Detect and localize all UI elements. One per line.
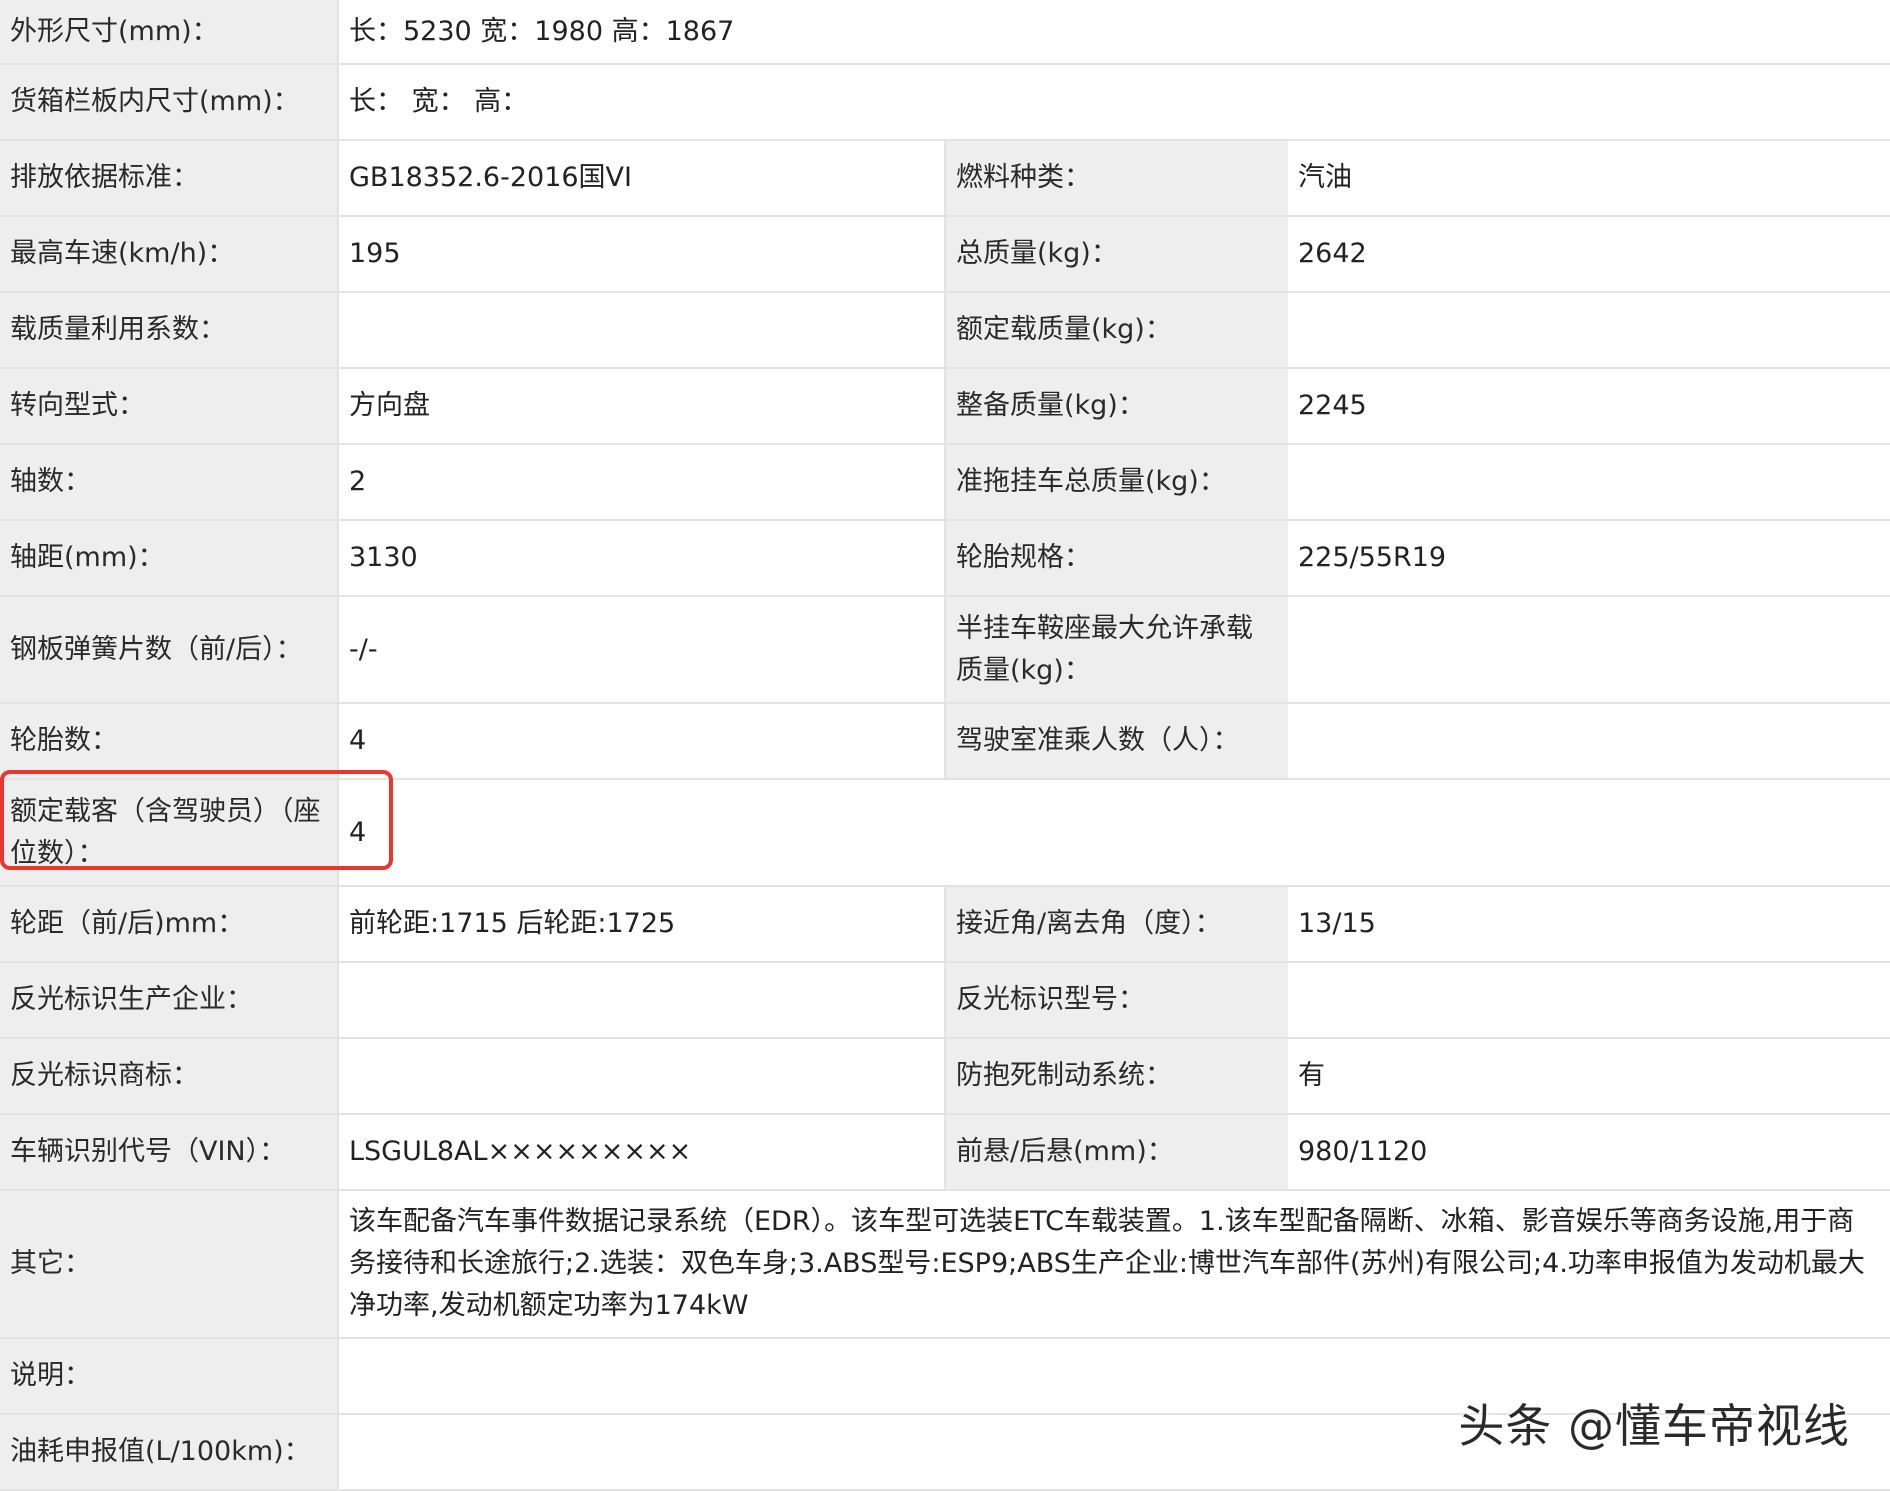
row-leaf: 钢板弹簧片数（前/后）： -/- 半挂车鞍座最大允许承载质量(kg)：	[0, 595, 1890, 704]
steering-value: 方向盘	[337, 367, 945, 445]
emission-label: 排放依据标准：	[0, 139, 338, 217]
row-refl-maker: 反光标识生产企业： 反光标识型号：	[0, 961, 1890, 1039]
saddle-value	[1288, 595, 1890, 704]
tire-spec-value: 225/55R19	[1288, 519, 1890, 597]
leaf-value: -/-	[337, 595, 945, 704]
refl-maker-label: 反光标识生产企业：	[0, 961, 338, 1039]
row-other: 其它： 该车配备汽车事件数据记录系统（EDR）。该车型可选装ETC车载装置。1.…	[0, 1189, 1890, 1339]
vin-value: LSGUL8AL×××××××××	[337, 1113, 945, 1191]
dims-label: 外形尺寸(mm)：	[0, 0, 338, 65]
refl-brand-value	[337, 1037, 945, 1115]
row-vin: 车辆识别代号（VIN）： LSGUL8AL××××××××× 前悬/后悬(mm)…	[0, 1113, 1890, 1191]
tire-spec-label: 轮胎规格：	[944, 519, 1288, 597]
notes-label: 说明：	[0, 1337, 338, 1415]
axles-value: 2	[337, 443, 945, 521]
overhang-label: 前悬/后悬(mm)：	[944, 1113, 1288, 1191]
row-emission: 排放依据标准： GB18352.6-2016国VI 燃料种类： 汽油	[0, 139, 1890, 217]
speed-value: 195	[337, 215, 945, 293]
cab-label: 驾驶室准乘人数（人）：	[944, 702, 1288, 780]
abs-label: 防抱死制动系统：	[944, 1037, 1288, 1115]
saddle-label: 半挂车鞍座最大允许承载质量(kg)：	[944, 595, 1288, 704]
load-coef-value	[337, 291, 945, 369]
steering-label: 转向型式：	[0, 367, 338, 445]
row-steering: 转向型式： 方向盘 整备质量(kg)： 2245	[0, 367, 1890, 445]
fuel-cons-label: 油耗申报值(L/100km)：	[0, 1413, 338, 1491]
other-label: 其它：	[0, 1189, 338, 1339]
row-axles: 轴数： 2 准拖挂车总质量(kg)：	[0, 443, 1890, 521]
wheelbase-value: 3130	[337, 519, 945, 597]
tires-value: 4	[337, 702, 945, 780]
row-tires: 轮胎数： 4 驾驶室准乘人数（人）：	[0, 702, 1890, 780]
track-label: 轮距（前/后)mm：	[0, 885, 338, 963]
row-cargo: 货箱栏板内尺寸(mm)： 长： 宽： 高：	[0, 63, 1890, 141]
trailer-value	[1288, 443, 1890, 521]
dims-value: 长：5230 宽：1980 高：1867	[337, 0, 1890, 65]
refl-model-label: 反光标识型号：	[944, 961, 1288, 1039]
row-load-coef: 载质量利用系数： 额定载质量(kg)：	[0, 291, 1890, 369]
cab-value	[1288, 702, 1890, 780]
abs-value: 有	[1288, 1037, 1890, 1115]
load-coef-label: 载质量利用系数：	[0, 291, 338, 369]
tires-label: 轮胎数：	[0, 702, 338, 780]
angle-value: 13/15	[1288, 885, 1890, 963]
watermark: 头条 @懂车帝视线	[1458, 1399, 1850, 1453]
rated-load-label: 额定载质量(kg)：	[944, 291, 1288, 369]
axles-label: 轴数：	[0, 443, 338, 521]
refl-maker-value	[337, 961, 945, 1039]
total-mass-label: 总质量(kg)：	[944, 215, 1288, 293]
vin-label: 车辆识别代号（VIN）：	[0, 1113, 338, 1191]
refl-brand-label: 反光标识商标：	[0, 1037, 338, 1115]
highlight-box	[0, 770, 393, 870]
row-dims: 外形尺寸(mm)： 长：5230 宽：1980 高：1867	[0, 0, 1890, 65]
row-refl-brand: 反光标识商标： 防抱死制动系统： 有	[0, 1037, 1890, 1115]
rated-load-value	[1288, 291, 1890, 369]
cargo-value: 长： 宽： 高：	[337, 63, 1890, 141]
spec-table: 外形尺寸(mm)： 长：5230 宽：1980 高：1867 货箱栏板内尺寸(m…	[0, 0, 1890, 1491]
fuel-label: 燃料种类：	[944, 139, 1288, 217]
row-track: 轮距（前/后)mm： 前轮距:1715 后轮距:1725 接近角/离去角（度）：…	[0, 885, 1890, 963]
leaf-label: 钢板弹簧片数（前/后）：	[0, 595, 338, 704]
trailer-label: 准拖挂车总质量(kg)：	[944, 443, 1288, 521]
angle-label: 接近角/离去角（度）：	[944, 885, 1288, 963]
overhang-value: 980/1120	[1288, 1113, 1890, 1191]
curb-mass-label: 整备质量(kg)：	[944, 367, 1288, 445]
fuel-value: 汽油	[1288, 139, 1890, 217]
wheelbase-label: 轴距(mm)：	[0, 519, 338, 597]
row-speed: 最高车速(km/h)： 195 总质量(kg)： 2642	[0, 215, 1890, 293]
other-value: 该车配备汽车事件数据记录系统（EDR）。该车型可选装ETC车载装置。1.该车型配…	[337, 1189, 1890, 1339]
speed-label: 最高车速(km/h)：	[0, 215, 338, 293]
refl-model-value	[1288, 961, 1890, 1039]
seats-value: 4	[337, 778, 1890, 887]
curb-mass-value: 2245	[1288, 367, 1890, 445]
emission-value: GB18352.6-2016国VI	[337, 139, 945, 217]
cargo-label: 货箱栏板内尺寸(mm)：	[0, 63, 338, 141]
track-value: 前轮距:1715 后轮距:1725	[337, 885, 945, 963]
total-mass-value: 2642	[1288, 215, 1890, 293]
row-wheelbase: 轴距(mm)： 3130 轮胎规格： 225/55R19	[0, 519, 1890, 597]
